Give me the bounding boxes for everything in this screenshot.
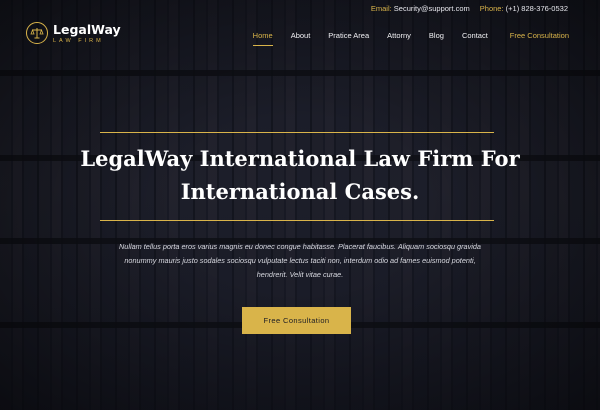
hero-description-line: hendrerit. Velit vitae curae. (256, 270, 344, 279)
nav-item-contact[interactable]: Contact (462, 31, 488, 40)
nav-item-practice-area[interactable]: Pratice Area (328, 31, 369, 40)
contact-phone[interactable]: Phone: (+1) 828-376-0532 (480, 4, 568, 13)
nav-item-home[interactable]: Home (252, 31, 273, 46)
contact-email[interactable]: Email: Security@support.com (371, 4, 470, 13)
site-logo[interactable]: LegalWay LAW FIRM (26, 22, 121, 44)
scales-of-justice-icon (26, 22, 48, 44)
nav-item-attorney[interactable]: Attorny (387, 31, 411, 40)
title-divider-top (100, 132, 494, 133)
nav-free-consultation-link[interactable]: Free Consultation (510, 31, 569, 40)
email-value[interactable]: Security@support.com (394, 4, 470, 13)
phone-value[interactable]: (+1) 828-376-0532 (506, 4, 568, 13)
hero-description-line: nonummy mauris justo sodales sociosqu vu… (124, 256, 476, 265)
nav-item-about[interactable]: About (291, 31, 311, 40)
logo-tagline: LAW FIRM (53, 37, 104, 44)
email-label: Email: (370, 4, 392, 13)
hero-description-line: Nullam tellus porta eros varius magnis e… (119, 242, 481, 251)
main-navigation: Home About Pratice Area Attorny Blog Con… (252, 31, 569, 46)
nav-item-blog[interactable]: Blog (429, 31, 444, 40)
phone-label: Phone: (479, 4, 504, 13)
hero-description: Nullam tellus porta eros varius magnis e… (95, 240, 505, 282)
hero-title: LegalWay International Law Firm For Inte… (60, 142, 540, 208)
title-divider-bottom (100, 220, 494, 221)
hero-title-line: LegalWay International Law Firm For (80, 146, 520, 171)
free-consultation-button[interactable]: Free Consultation (242, 307, 351, 334)
hero-title-line: International Cases. (180, 179, 420, 204)
logo-name: LegalWay (53, 21, 121, 37)
contact-bar: Email: Security@support.com Phone: (+1) … (371, 4, 568, 13)
